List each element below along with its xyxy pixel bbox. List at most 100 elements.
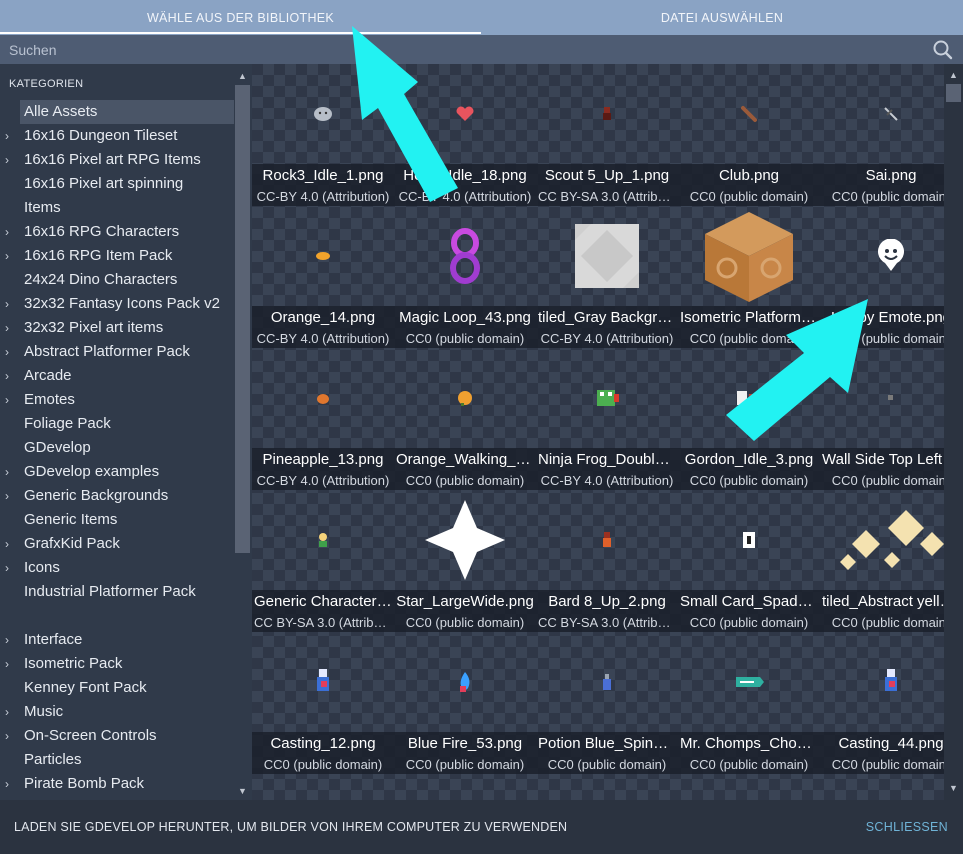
asset-license: CC0 (public domain) (689, 615, 809, 630)
asset-tile[interactable]: Magic Loop_43.png CC0 (public domain) (394, 206, 536, 348)
sidebar-item[interactable]: › 16x16 Pixel art RPG Items (0, 148, 234, 172)
asset-license: CC0 (public domain) (405, 757, 525, 772)
asset-tile[interactable]: Blue Fire_53.png CC0 (public domain) (394, 632, 536, 774)
sidebar-item[interactable]: › Generic Backgrounds (0, 484, 234, 508)
sidebar-item[interactable]: › 32x32 Pixel art items (0, 316, 234, 340)
chevron-right-icon[interactable]: › (5, 364, 15, 388)
asset-tile[interactable]: Scout 5_Up_1.png CC BY-SA 3.0 (Attributio… (536, 64, 678, 206)
asset-tile[interactable]: Orange_14.png CC-BY 4.0 (Attribution) (252, 206, 394, 348)
search-input[interactable] (0, 35, 930, 64)
chevron-right-icon[interactable]: › (5, 148, 15, 172)
sidebar-item[interactable]: › Isometric Pack (0, 652, 234, 676)
sidebar-item[interactable]: Foliage Pack (0, 412, 234, 436)
chevron-right-icon[interactable]: › (5, 220, 15, 244)
asset-name: Scout 5_Up_1.png (544, 167, 670, 184)
sidebar-item[interactable]: › 16x16 RPG Item Pack (0, 244, 234, 268)
chevron-right-icon[interactable]: › (5, 628, 15, 652)
asset-tile[interactable]: Isometric Platform.png CC0 (public domain… (678, 206, 820, 348)
asset-tile[interactable]: Heart_Idle_18.png CC-BY 4.0 (Attribution) (394, 64, 536, 206)
sidebar-item[interactable]: › GDevelop examples (0, 460, 234, 484)
asset-tile[interactable]: Star_LargeWide.png CC0 (public domain) (394, 490, 536, 632)
chevron-right-icon[interactable]: › (5, 316, 15, 340)
asset-tile[interactable]: tiled_Gray Background.png CC-BY 4.0 (Attr… (536, 206, 678, 348)
tab-choose-file[interactable]: DATEI AUSWÄHLEN (481, 0, 963, 35)
scroll-down-icon[interactable]: ▼ (234, 783, 251, 800)
sidebar-item[interactable]: › GrafxKid Pack (0, 532, 234, 556)
asset-tile[interactable]: Sai.png CC0 (public domain) (820, 64, 944, 206)
asset-caption: Casting_44.png CC0 (public domain) (820, 732, 944, 774)
sidebar-item[interactable]: 16x16 Pixel art spinning Items (0, 172, 234, 220)
chevron-right-icon[interactable]: › (5, 388, 15, 412)
sidebar-item-label: Kenney Font Pack (24, 679, 147, 696)
asset-tile[interactable]: Small Card_Spades.png CC0 (public domain) (678, 490, 820, 632)
asset-tile[interactable]: Mr. Chomps_Chomping.png CC0 (public domai… (678, 632, 820, 774)
sidebar-item[interactable]: › On-Screen Controls (0, 724, 234, 748)
chevron-right-icon[interactable]: › (5, 292, 15, 316)
asset-tile[interactable]: Bard 8_Up_2.png CC BY-SA 3.0 (Attribution… (536, 490, 678, 632)
search-icon[interactable] (930, 37, 956, 63)
sidebar-item[interactable]: › 16x16 Dungeon Tileset (0, 124, 234, 148)
sidebar-item-label: GrafxKid Pack (24, 535, 120, 552)
chevron-right-icon[interactable]: › (5, 556, 15, 580)
asset-caption: Ninja Frog_Double Jump.png CC-BY 4.0 (Att… (536, 448, 678, 490)
sidebar-item[interactable]: › Music (0, 700, 234, 724)
asset-license: CC-BY 4.0 (Attribution) (256, 189, 390, 204)
chevron-right-icon[interactable]: › (5, 460, 15, 484)
asset-tile[interactable]: Club.png CC0 (public domain) (678, 64, 820, 206)
sidebar-item[interactable]: › Emotes (0, 388, 234, 412)
chevron-right-icon[interactable]: › (5, 244, 15, 268)
scroll-up-icon[interactable]: ▲ (234, 68, 251, 85)
chevron-right-icon[interactable]: › (5, 484, 15, 508)
sidebar-item[interactable]: › Pirate Bomb Pack (0, 772, 234, 796)
asset-license: CC-BY 4.0 (Attribution) (256, 331, 390, 346)
sidebar-item[interactable]: › Abstract Platformer Pack (0, 340, 234, 364)
chevron-right-icon[interactable]: › (5, 340, 15, 364)
sidebar-item[interactable]: › Arcade (0, 364, 234, 388)
asset-name: Casting_12.png (270, 735, 376, 752)
asset-tile[interactable]: Gordon_Idle_3.png CC0 (public domain) (678, 348, 820, 490)
chevron-right-icon[interactable]: › (5, 532, 15, 556)
generic-character-icon (252, 490, 394, 590)
asset-tile[interactable]: Generic Character Idle.png CC BY-SA 3.0 (… (252, 490, 394, 632)
potion-icon (536, 632, 678, 732)
asset-tile[interactable]: Ninja Frog_Double Jump.png CC-BY 4.0 (Att… (536, 348, 678, 490)
tab-library[interactable]: WÄHLE AUS DER BIBLIOTHEK (0, 0, 481, 35)
chevron-right-icon[interactable]: › (5, 124, 15, 148)
sidebar-item[interactable]: Particles (0, 748, 234, 772)
happy-emote-icon (820, 206, 944, 306)
asset-tile[interactable]: Rock3_Idle_1.png CC-BY 4.0 (Attribution) (252, 64, 394, 206)
sidebar-item[interactable]: › Interface (0, 628, 234, 652)
sidebar-scrollbar[interactable]: ▲ ▼ (234, 68, 251, 800)
asset-tile[interactable]: Happy Emote.png CC0 (public domain) (820, 206, 944, 348)
asset-tile[interactable]: Pineapple_13.png CC-BY 4.0 (Attribution) (252, 348, 394, 490)
asset-tile[interactable]: Orange_Walking_1.png CC0 (public domain) (394, 348, 536, 490)
scroll-up-icon[interactable]: ▲ (946, 68, 961, 83)
grid-scrollbar[interactable]: ▲ ▼ (944, 64, 963, 800)
asset-tile[interactable]: Casting_12.png CC0 (public domain) (252, 632, 394, 774)
search-bar (0, 35, 963, 64)
asset-tile[interactable]: Casting_44.png CC0 (public domain) (820, 632, 944, 774)
asset-tile[interactable]: Wall Side Top Left.png CC0 (public domain… (820, 348, 944, 490)
pineapple-sprite-icon (252, 348, 394, 448)
blue-fire-icon (394, 632, 536, 732)
chevron-right-icon[interactable]: › (5, 652, 15, 676)
asset-caption: tiled_Abstract yellow.png CC0 (public dom… (820, 590, 944, 632)
chevron-right-icon[interactable]: › (5, 724, 15, 748)
scroll-down-icon[interactable]: ▼ (946, 781, 961, 796)
sidebar-item[interactable]: Alle Assets (20, 100, 234, 124)
asset-tile[interactable]: Potion Blue_Spinning.png CC0 (public doma… (536, 632, 678, 774)
sidebar-item[interactable]: › 32x32 Fantasy Icons Pack v2 (0, 292, 234, 316)
sidebar-item[interactable]: 24x24 Dino Characters (0, 268, 234, 292)
sidebar-item[interactable]: Generic Items (0, 508, 234, 532)
sidebar-item[interactable]: › 16x16 RPG Characters (0, 220, 234, 244)
grid-scroll-thumb[interactable] (946, 84, 961, 102)
chevron-right-icon[interactable]: › (5, 772, 15, 796)
sidebar-item[interactable]: Kenney Font Pack (0, 676, 234, 700)
sidebar-item[interactable]: GDevelop (0, 436, 234, 460)
sidebar-item[interactable]: › Icons (0, 556, 234, 580)
asset-tile[interactable]: tiled_Abstract yellow.png CC0 (public dom… (820, 490, 944, 632)
close-button[interactable]: SCHLIESSEN (866, 820, 948, 834)
chevron-right-icon[interactable]: › (5, 700, 15, 724)
sidebar-scroll-thumb[interactable] (235, 85, 250, 553)
sidebar-item[interactable]: Industrial Platformer Pack (0, 580, 234, 628)
